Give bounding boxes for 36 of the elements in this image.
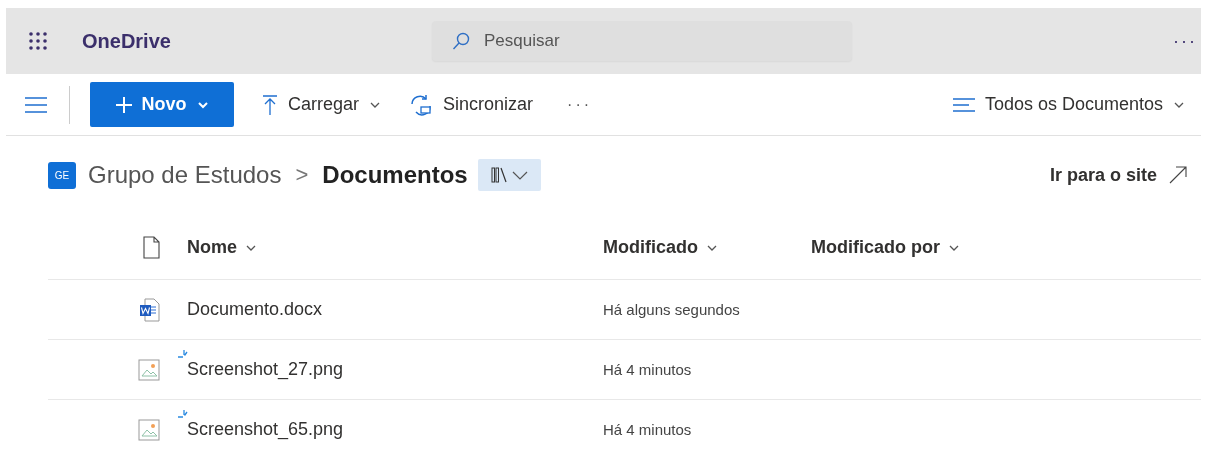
caret-icon [196, 99, 209, 110]
upload-arrow-icon [262, 94, 278, 115]
modified-date: Há 4 minutos [603, 421, 693, 438]
column-header[interactable]: Nome [187, 237, 603, 258]
list-icon [952, 97, 975, 112]
more-button[interactable]: ··· [1173, 30, 1197, 52]
image-file-icon [138, 358, 160, 381]
app-launcher-icon [29, 32, 47, 50]
column-header[interactable]: Modificado por [811, 237, 1201, 258]
modified-date: Há alguns segundos [603, 301, 741, 318]
modified-date: Há 4 minutos [603, 361, 693, 378]
sync-icon [409, 93, 434, 116]
sync-button[interactable]: Sincronizar [409, 84, 534, 125]
go-to-site-link[interactable]: Ir para o site [1049, 164, 1187, 186]
search-field[interactable]: Pesquisar [432, 21, 852, 61]
view-selector[interactable]: Todos os Documentos [952, 84, 1185, 125]
library-menu-button[interactable] [477, 159, 541, 191]
file-name-link[interactable]: Screenshot_65.png [187, 419, 344, 439]
file-type-icon [143, 236, 160, 259]
library-title: Documentos [322, 161, 468, 189]
plus-icon [115, 96, 132, 113]
image-file-icon [138, 418, 160, 441]
app-title[interactable]: OneDrive [82, 29, 432, 53]
site-logo: GE [48, 161, 76, 189]
file-name-link[interactable]: Documento.docx [187, 299, 323, 319]
library-icon [490, 167, 507, 183]
new-button[interactable]: Novo [90, 82, 234, 127]
column-header[interactable]: Modificado [603, 237, 811, 258]
file-name-link[interactable]: Screenshot_27.png [187, 359, 344, 379]
menu-icon [25, 96, 47, 113]
breadcrumb-separator: > [295, 162, 309, 188]
site-link[interactable]: Grupo de Estudos [88, 161, 282, 189]
upload-button[interactable]: Carregar [262, 84, 382, 125]
external-arrow-icon [1169, 166, 1187, 184]
word-document-icon [139, 297, 160, 322]
more-button[interactable]: ··· [567, 95, 593, 114]
